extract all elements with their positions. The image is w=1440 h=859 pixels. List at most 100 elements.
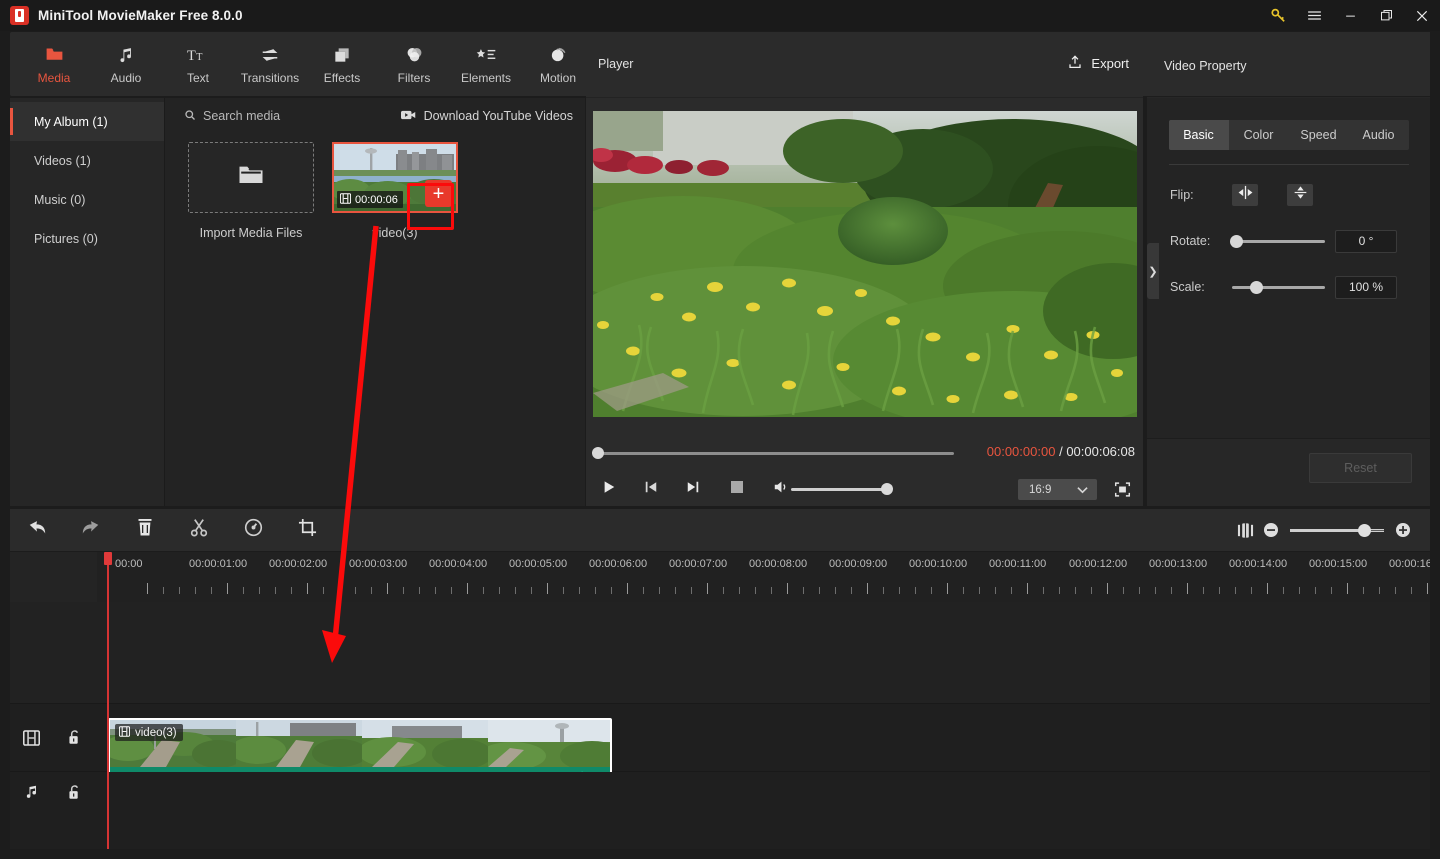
minimize-icon[interactable] <box>1332 0 1368 31</box>
import-media-dropzone[interactable] <box>188 142 314 213</box>
ruler-minor-tick <box>755 587 756 594</box>
property-panel-footer: Reset <box>1147 438 1430 506</box>
clip-frame <box>236 720 362 767</box>
import-media-cell[interactable]: Import Media Files <box>188 142 314 240</box>
stop-button[interactable] <box>722 474 752 504</box>
tab-elements[interactable]: Elements <box>450 32 522 96</box>
album-item-videos[interactable]: Videos (1) <box>10 141 164 180</box>
fullscreen-button[interactable] <box>1114 481 1131 503</box>
close-icon[interactable] <box>1404 0 1440 31</box>
crop-button[interactable] <box>280 509 334 551</box>
clip-label-badge: video(3) <box>115 724 183 741</box>
timeline-zoom-slider[interactable] <box>1290 523 1384 537</box>
zoom-in-icon[interactable] <box>1392 522 1414 538</box>
export-button[interactable]: Export <box>1067 54 1129 73</box>
ruler-label: 00:00:06:00 <box>589 558 648 570</box>
zoom-slider-handle[interactable] <box>1358 523 1371 537</box>
ruler-minor-tick <box>995 587 996 594</box>
ruler-major-tick <box>1347 583 1348 594</box>
rotate-slider-handle[interactable] <box>1230 234 1243 248</box>
timeline-toolbar <box>10 509 1430 551</box>
reset-button[interactable]: Reset <box>1309 453 1412 483</box>
timeline-ruler[interactable]: 00:00 00:00:01:00 00:00:02:00 00:00:03:00 00… <box>97 552 1430 602</box>
scale-value-field[interactable]: 100 % <box>1335 275 1397 299</box>
seek-bar[interactable] <box>596 452 954 455</box>
tab-audio[interactable]: Audio <box>1349 120 1409 150</box>
ruler-minor-tick <box>675 587 676 594</box>
motion-circle-icon <box>548 44 569 66</box>
filters-drops-icon <box>404 44 425 66</box>
app-logo-icon <box>10 6 29 25</box>
search-input[interactable]: Search media <box>184 109 280 124</box>
tab-media[interactable]: Media <box>18 32 90 96</box>
ruler-minor-tick <box>1203 587 1204 594</box>
add-to-timeline-button[interactable]: + <box>425 180 452 207</box>
unlock-icon[interactable] <box>53 784 96 801</box>
export-label: Export <box>1091 56 1129 71</box>
ruler-minor-tick <box>211 587 212 594</box>
export-upload-icon <box>1067 54 1083 73</box>
tab-motion[interactable]: Motion <box>522 32 594 96</box>
tab-effects[interactable]: Effects <box>306 32 378 96</box>
ruler-minor-tick <box>451 587 452 594</box>
redo-arrow-icon <box>81 519 101 542</box>
album-item-my-album[interactable]: My Album (1) <box>10 102 164 141</box>
ruler-major-tick <box>227 583 228 594</box>
app-title: MiniTool MovieMaker Free 8.0.0 <box>38 8 243 23</box>
album-item-music[interactable]: Music (0) <box>10 180 164 219</box>
tab-color[interactable]: Color <box>1229 120 1289 150</box>
ruler-major-tick <box>787 583 788 594</box>
tab-speed[interactable]: Speed <box>1289 120 1349 150</box>
flip-horizontal-button[interactable] <box>1232 184 1258 206</box>
media-thumbnail[interactable]: 00:00:06 + <box>332 142 458 213</box>
zoom-out-icon[interactable] <box>1260 522 1282 538</box>
scale-slider-handle[interactable] <box>1250 280 1263 294</box>
app-window: MiniTool MovieMaker Free 8.0.0 Media Aud… <box>0 0 1440 859</box>
play-button[interactable] <box>594 474 624 504</box>
album-item-pictures[interactable]: Pictures (0) <box>10 219 164 258</box>
tab-text[interactable]: TT Text <box>162 32 234 96</box>
speed-button[interactable] <box>226 509 280 551</box>
undo-button[interactable] <box>10 509 64 551</box>
split-button[interactable] <box>172 509 226 551</box>
download-youtube-videos-button[interactable]: Download YouTube Videos <box>400 109 573 124</box>
key-icon[interactable] <box>1260 0 1296 31</box>
ruler-minor-tick <box>1091 587 1092 594</box>
ruler-minor-tick <box>291 587 292 594</box>
download-youtube-label: Download YouTube Videos <box>423 109 573 123</box>
tab-transitions[interactable]: Transitions <box>234 32 306 96</box>
player-seek-row: 00:00:00:00 / 00:00:06:08 <box>586 442 1143 468</box>
ruler-minor-tick <box>1235 587 1236 594</box>
hamburger-menu-icon[interactable] <box>1296 0 1332 31</box>
redo-button[interactable] <box>64 509 118 551</box>
fit-to-timeline-icon[interactable] <box>1230 522 1260 539</box>
tab-audio[interactable]: Audio <box>90 32 162 96</box>
timeline-video-track[interactable]: video(3) <box>10 704 1430 799</box>
tab-basic[interactable]: Basic <box>1168 120 1229 150</box>
volume-handle[interactable] <box>881 483 893 495</box>
unlock-icon[interactable] <box>53 729 96 746</box>
timeline-playhead[interactable] <box>104 552 111 849</box>
rotate-slider[interactable] <box>1230 234 1325 248</box>
ruler-minor-tick <box>899 587 900 594</box>
volume-slider[interactable] <box>791 488 889 491</box>
seek-handle[interactable] <box>592 447 604 459</box>
collapse-property-panel-button[interactable]: ❯ <box>1147 243 1159 299</box>
restore-icon[interactable] <box>1368 0 1404 31</box>
rotate-value-field[interactable]: 0 ° <box>1335 229 1397 253</box>
video-preview[interactable] <box>593 111 1137 417</box>
previous-frame-button[interactable] <box>636 474 666 504</box>
tab-label: Text <box>186 70 209 85</box>
media-item-video3[interactable]: 00:00:06 + video(3) <box>332 142 458 240</box>
ruler-label: 00:00:09:00 <box>829 558 888 570</box>
ruler-minor-tick <box>739 587 740 594</box>
tab-label: Media <box>37 70 71 85</box>
timeline-audio-track[interactable] <box>10 772 1430 849</box>
flip-vertical-button[interactable] <box>1287 184 1313 206</box>
delete-button[interactable] <box>118 509 172 551</box>
tab-filters[interactable]: Filters <box>378 32 450 96</box>
aspect-ratio-select[interactable]: 16:9 <box>1018 479 1097 500</box>
scale-slider[interactable] <box>1232 280 1325 294</box>
ruler-label: 00:00:14:00 <box>1229 558 1288 570</box>
next-frame-button[interactable] <box>678 474 708 504</box>
